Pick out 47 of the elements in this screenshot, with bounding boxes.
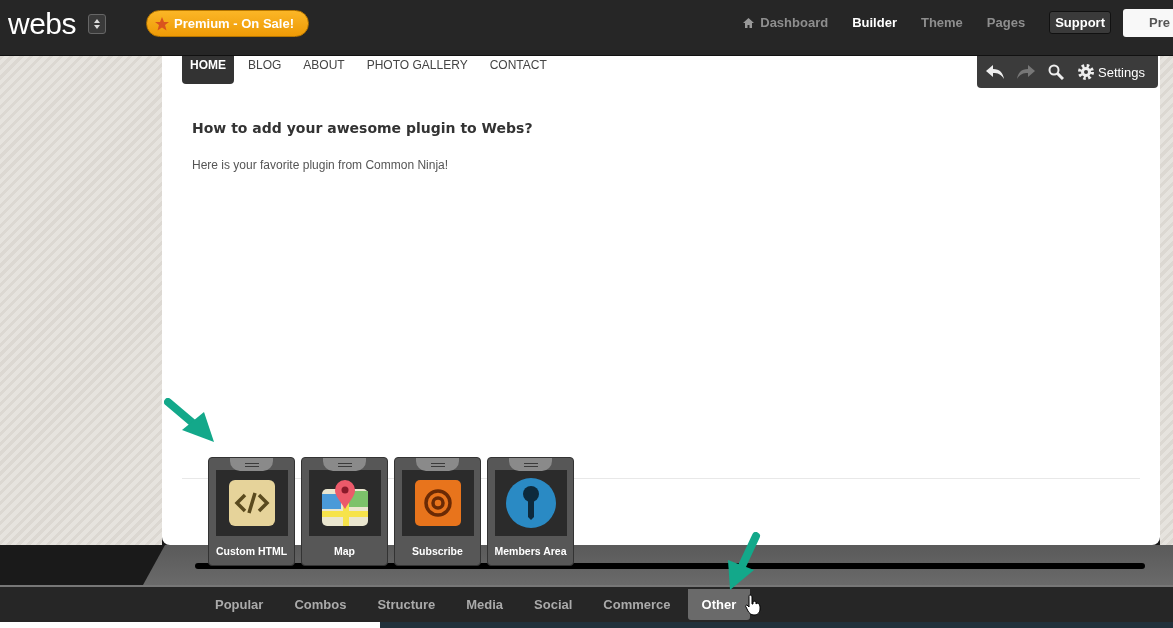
star-icon: [155, 16, 170, 31]
widget-label: Members Area: [494, 545, 567, 557]
settings-button[interactable]: Settings: [1077, 63, 1145, 81]
code-icon: [227, 479, 276, 527]
key-icon: [504, 477, 557, 529]
page-paragraph: Here is your favorite plugin from Common Ninja!: [192, 158, 450, 172]
widget-tile[interactable]: Custom HTML: [208, 457, 295, 566]
widget-tile[interactable]: Map: [301, 457, 388, 566]
widget-label: Subscribe: [412, 545, 463, 557]
category-tab[interactable]: Other: [687, 589, 751, 620]
dashboard-link[interactable]: Dashboard: [743, 15, 829, 30]
widget-tile[interactable]: Subscribe: [394, 457, 481, 566]
nav-link[interactable]: Theme: [920, 15, 963, 30]
preview-button[interactable]: Pre: [1123, 8, 1173, 37]
widget-tile[interactable]: Members Area: [487, 457, 574, 566]
drag-handle[interactable]: [230, 458, 273, 471]
category-tab[interactable]: Media: [452, 589, 518, 620]
nav-link[interactable]: Builder: [852, 15, 897, 30]
widget-label: Map: [334, 545, 355, 557]
category-tab[interactable]: Popular: [201, 589, 278, 620]
drag-handle[interactable]: [509, 458, 552, 471]
search-icon[interactable]: [1048, 64, 1064, 80]
nav-link[interactable]: Pages: [986, 15, 1026, 30]
site-nav-item[interactable]: ABOUT: [295, 56, 353, 84]
redo-icon[interactable]: [1017, 65, 1035, 79]
at-sign-icon: [413, 479, 462, 527]
site-nav-item[interactable]: BLOG: [240, 56, 290, 84]
drag-handle[interactable]: [323, 458, 366, 471]
widget-label: Custom HTML: [215, 545, 288, 557]
site-nav-item[interactable]: HOME: [182, 56, 234, 84]
home-icon: [743, 17, 755, 28]
site-nav-item[interactable]: PHOTO GALLERY: [358, 56, 476, 84]
support-button[interactable]: Support: [1049, 11, 1111, 34]
map-pin-icon: [320, 479, 369, 527]
drag-handle[interactable]: [416, 458, 459, 471]
category-tab[interactable]: Social: [520, 589, 587, 620]
category-tab[interactable]: Combos: [280, 589, 361, 620]
gear-icon: [1077, 63, 1095, 81]
webs-logo[interactable]: webs: [8, 8, 77, 39]
site-switcher-button[interactable]: [88, 13, 107, 34]
category-tab[interactable]: Structure: [363, 589, 450, 620]
page-heading: How to add your awesome plugin to Webs?: [192, 120, 534, 136]
hand-cursor-icon: [745, 594, 761, 616]
up-down-icon: [94, 18, 101, 29]
undo-icon[interactable]: [986, 65, 1004, 79]
site-nav-item[interactable]: CONTACT: [481, 56, 555, 84]
category-tab[interactable]: Commerce: [589, 589, 685, 620]
